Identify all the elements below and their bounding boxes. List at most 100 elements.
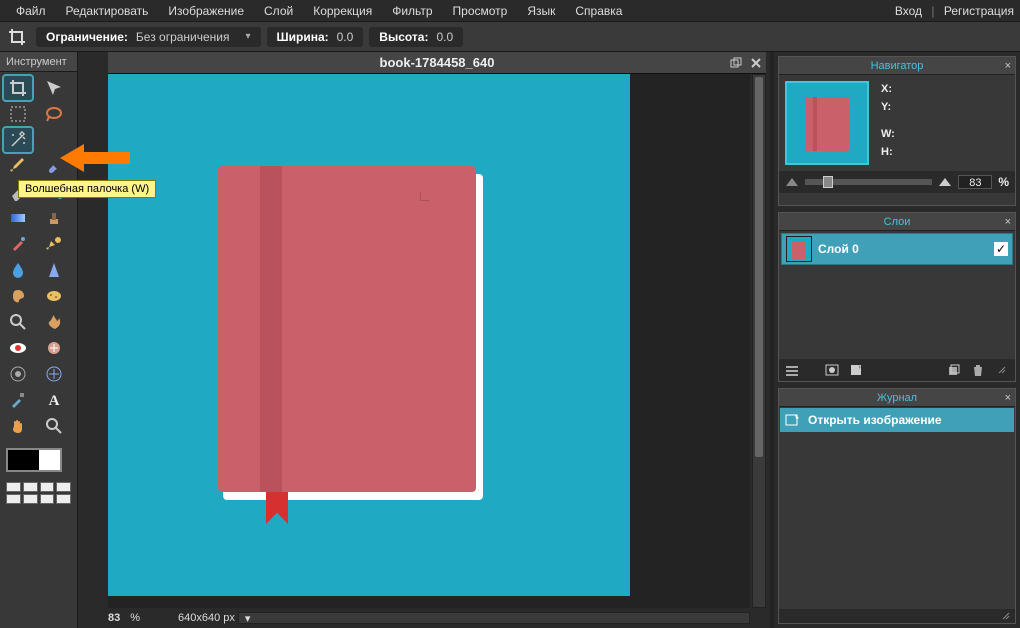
pencil-icon[interactable] bbox=[4, 154, 32, 178]
constraint-dropdown[interactable]: Ограничение: Без ограничения bbox=[36, 27, 261, 47]
menu-adjust[interactable]: Коррекция bbox=[303, 4, 382, 18]
lasso-icon[interactable] bbox=[40, 102, 68, 126]
clone-icon[interactable] bbox=[40, 206, 68, 230]
menu-layer[interactable]: Слой bbox=[254, 4, 303, 18]
wand-icon[interactable] bbox=[4, 128, 32, 152]
document-titlebar[interactable]: book-1784458_640 bbox=[108, 52, 766, 74]
tool-panel-title: Инструмент bbox=[0, 52, 77, 72]
menu-edit[interactable]: Редактировать bbox=[56, 4, 159, 18]
height-label: Высота: bbox=[379, 30, 428, 44]
tool-grid: A bbox=[0, 72, 77, 442]
canvas-area: book-1784458_640 83 % 640x640 px bbox=[78, 52, 770, 628]
navigator-thumbnail[interactable] bbox=[785, 81, 869, 165]
navigator-zoom-value[interactable]: 83 bbox=[958, 175, 992, 189]
move-icon[interactable] bbox=[40, 76, 68, 100]
marquee-icon[interactable] bbox=[4, 102, 32, 126]
height-value: 0.0 bbox=[436, 30, 453, 44]
nav-w-label: W: bbox=[881, 126, 895, 144]
layers-close-icon[interactable]: × bbox=[1005, 216, 1011, 228]
zoom-slider-track[interactable] bbox=[805, 179, 932, 185]
replace-color-icon[interactable] bbox=[4, 232, 32, 256]
image-dimensions: 640x640 px bbox=[178, 612, 235, 624]
crop-tool-icon bbox=[4, 24, 30, 50]
blur-icon[interactable] bbox=[4, 258, 32, 282]
color-swatch[interactable] bbox=[6, 448, 62, 472]
layer-mask-icon[interactable] bbox=[823, 361, 841, 379]
menu-filter[interactable]: Фильтр bbox=[382, 4, 442, 18]
layer-style-icon[interactable] bbox=[847, 361, 865, 379]
history-close-icon[interactable]: × bbox=[1005, 392, 1011, 404]
vertical-scrollbar[interactable] bbox=[752, 74, 766, 608]
new-layer-icon[interactable] bbox=[945, 361, 963, 379]
menu-lang[interactable]: Язык bbox=[517, 4, 565, 18]
swatch-grid[interactable] bbox=[6, 482, 71, 504]
nav-h-label: H: bbox=[881, 144, 895, 162]
redeye-icon[interactable] bbox=[4, 336, 32, 360]
draw-icon[interactable] bbox=[40, 232, 68, 256]
nav-y-label: Y: bbox=[881, 99, 895, 117]
width-value: 0.0 bbox=[337, 30, 354, 44]
zoom-percent: 83 bbox=[108, 612, 120, 624]
sharpen-icon[interactable] bbox=[40, 258, 68, 282]
width-label: Ширина: bbox=[277, 30, 329, 44]
zoom-out-icon[interactable] bbox=[785, 177, 799, 187]
dodge-icon[interactable] bbox=[4, 310, 32, 334]
layer-settings-icon[interactable] bbox=[783, 361, 801, 379]
layer-visibility-checkbox[interactable]: ✓ bbox=[994, 242, 1008, 256]
history-panel: Журнал × Открыть изображение bbox=[778, 388, 1016, 624]
layers-title: Слои bbox=[884, 216, 911, 228]
canvas[interactable] bbox=[108, 74, 750, 608]
login-link[interactable]: Вход bbox=[895, 4, 922, 18]
window-restore-icon[interactable] bbox=[730, 57, 742, 69]
layers-resize-icon[interactable] bbox=[993, 361, 1011, 379]
document-title: book-1784458_640 bbox=[380, 55, 495, 70]
history-row[interactable]: Открыть изображение bbox=[780, 408, 1014, 432]
window-close-icon[interactable] bbox=[750, 57, 762, 69]
option-bar: Ограничение: Без ограничения Ширина: 0.0… bbox=[0, 22, 1020, 52]
zoom-icon[interactable] bbox=[40, 414, 68, 438]
history-item-label: Открыть изображение bbox=[808, 413, 942, 427]
top-menu: Файл Редактировать Изображение Слой Корр… bbox=[0, 0, 1020, 22]
navigator-info: X: Y: W: H: bbox=[881, 81, 895, 165]
zoom-in-icon[interactable] bbox=[938, 177, 952, 187]
status-dropdown-icon[interactable]: ▾ bbox=[245, 612, 251, 625]
register-link[interactable]: Регистрация bbox=[944, 4, 1014, 18]
picker-icon[interactable] bbox=[4, 388, 32, 412]
type-icon[interactable]: A bbox=[40, 388, 68, 412]
tool-panel: Инструмент A bbox=[0, 52, 78, 628]
width-field[interactable]: Ширина: 0.0 bbox=[267, 27, 364, 47]
navigator-pct: % bbox=[998, 175, 1009, 189]
layers-footer bbox=[779, 359, 1015, 381]
sponge-icon[interactable] bbox=[40, 284, 68, 308]
burn-icon[interactable] bbox=[40, 310, 68, 334]
menu-file[interactable]: Файл bbox=[6, 4, 56, 18]
height-field[interactable]: Высота: 0.0 bbox=[369, 27, 463, 47]
percent-symbol: % bbox=[130, 612, 140, 624]
pinch-icon[interactable] bbox=[40, 362, 68, 386]
auth-separator: | bbox=[925, 4, 940, 18]
navigator-zoom-slider: 83 % bbox=[779, 171, 1015, 193]
navigator-close-icon[interactable]: × bbox=[1005, 60, 1011, 72]
crop-icon[interactable] bbox=[4, 76, 32, 100]
layers-panel: Слои × Слой 0 ✓ bbox=[778, 212, 1016, 382]
image-content bbox=[108, 74, 630, 596]
wand-tooltip: Волшебная палочка (W) bbox=[18, 180, 156, 198]
hand-icon[interactable] bbox=[4, 414, 32, 438]
menu-image[interactable]: Изображение bbox=[158, 4, 254, 18]
layer-row[interactable]: Слой 0 ✓ bbox=[781, 233, 1013, 265]
menu-help[interactable]: Справка bbox=[565, 4, 632, 18]
spot-icon[interactable] bbox=[40, 336, 68, 360]
callout-arrow bbox=[60, 144, 130, 172]
nav-x-label: X: bbox=[881, 81, 895, 99]
history-title: Журнал bbox=[877, 392, 917, 404]
horizontal-scrollbar[interactable] bbox=[238, 612, 750, 624]
constraint-label: Ограничение: bbox=[46, 30, 128, 44]
navigator-panel: Навигатор × X: Y: W: H: 83 bbox=[778, 56, 1016, 206]
gradient-icon[interactable] bbox=[4, 206, 32, 230]
history-resize-icon[interactable] bbox=[1001, 611, 1011, 621]
smudge-icon[interactable] bbox=[4, 284, 32, 308]
delete-layer-icon[interactable] bbox=[969, 361, 987, 379]
menu-view[interactable]: Просмотр bbox=[443, 4, 518, 18]
bloat-icon[interactable] bbox=[4, 362, 32, 386]
layer-thumbnail bbox=[786, 236, 812, 262]
